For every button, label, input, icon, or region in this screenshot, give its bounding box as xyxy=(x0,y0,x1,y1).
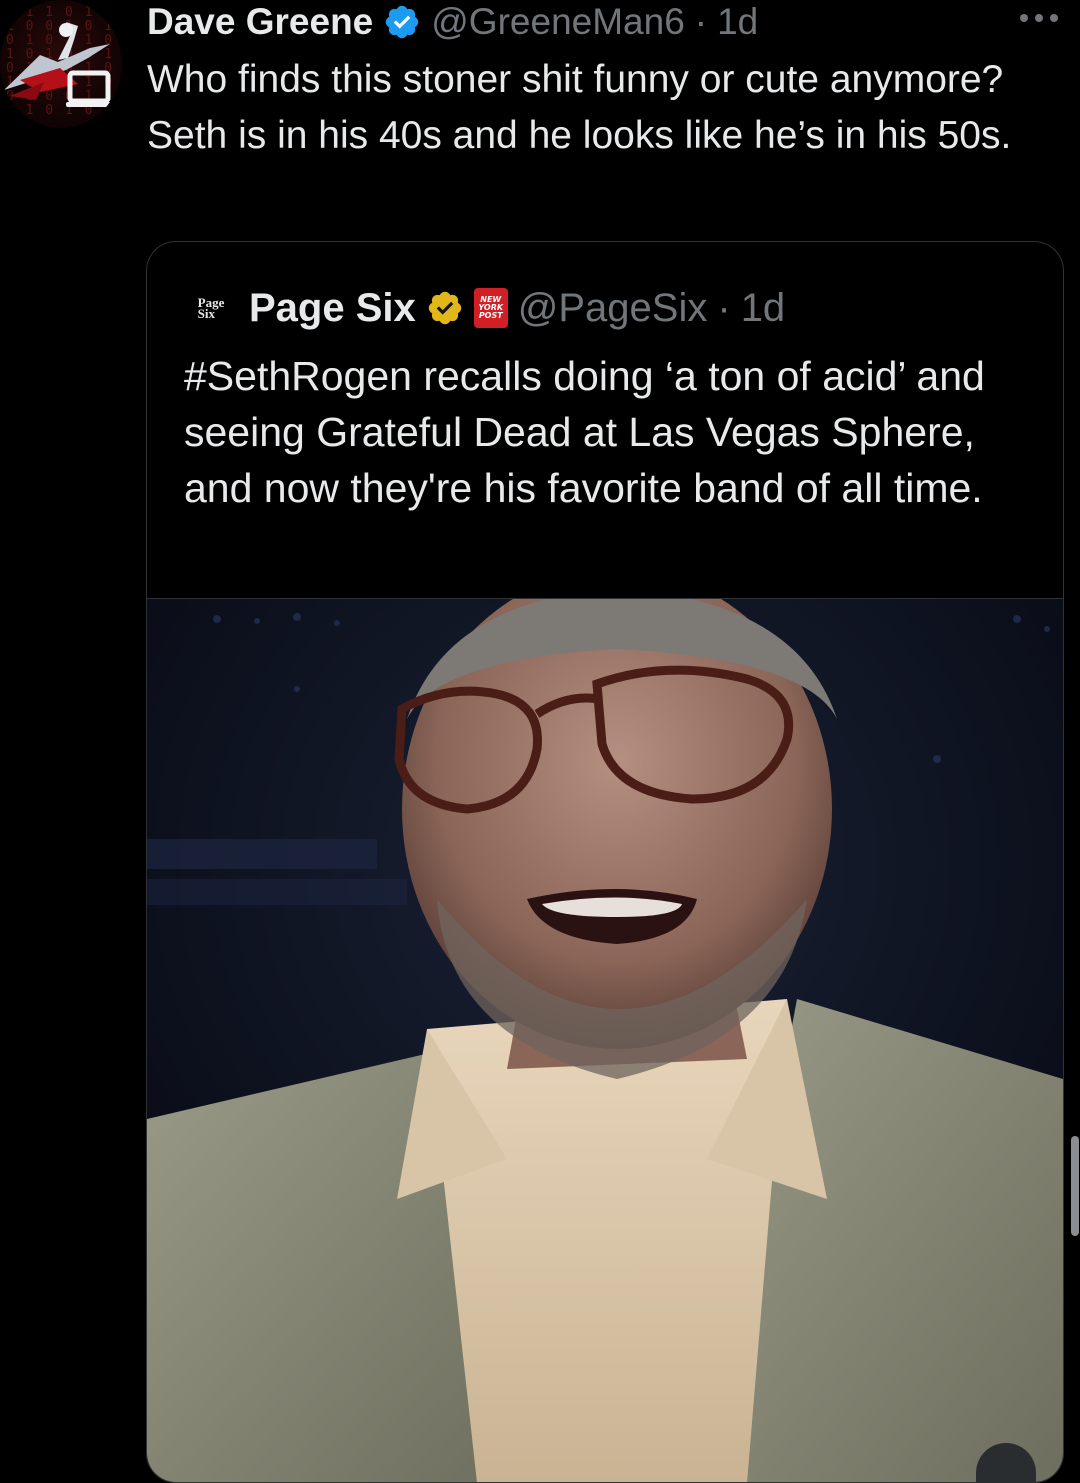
author-handle[interactable]: @GreeneMan6 xyxy=(431,1,685,43)
video-frame-image xyxy=(147,599,1063,1482)
avatar-figure-graphic xyxy=(4,22,112,107)
quoted-author-display-name[interactable]: Page Six xyxy=(249,286,416,331)
quoted-video-thumbnail[interactable] xyxy=(147,598,1063,1482)
author-display-name[interactable]: Dave Greene xyxy=(147,1,373,43)
separator-dot: · xyxy=(694,1,708,42)
more-horizontal-icon[interactable] xyxy=(1018,8,1060,28)
quoted-tweet-timestamp[interactable]: 1d xyxy=(741,286,786,331)
quoted-tweet-text: #SethRogen recalls doing ‘a ton of acid’… xyxy=(184,353,985,511)
tweet[interactable]: 0 1 1 0 1 0 1 1 0 0 1 0 1 1 0 1 0 1 1 0 … xyxy=(0,0,1080,1483)
scrollbar-thumb[interactable] xyxy=(1071,1136,1079,1236)
verified-badge-icon[interactable] xyxy=(383,3,421,41)
tweet-text: Who finds this stoner shit funny or cute… xyxy=(147,58,1012,157)
quoted-tweet-card[interactable]: Page Six Page Six NEW YORK POST @PageSix · … xyxy=(146,241,1064,1483)
user-avatar[interactable]: 0 1 1 0 1 0 1 1 0 0 1 0 1 1 0 1 0 1 1 0 … xyxy=(0,0,122,128)
quoted-separator-dot: · xyxy=(717,285,731,330)
new-york-post-affiliate-icon[interactable]: NEW YORK POST xyxy=(473,288,508,328)
tweet-timestamp[interactable]: 1d xyxy=(717,1,758,43)
quoted-author-handle[interactable]: @PageSix xyxy=(518,286,708,331)
page-six-avatar[interactable]: Page Six xyxy=(191,288,231,328)
tweet-header: Dave Greene @GreeneMan6 · 1d xyxy=(147,0,758,44)
gold-verified-badge-icon[interactable] xyxy=(426,289,464,327)
quoted-tweet-header: Page Six Page Six NEW YORK POST @PageSix · … xyxy=(191,282,786,334)
page-six-logo-icon: Page Six xyxy=(197,295,225,321)
